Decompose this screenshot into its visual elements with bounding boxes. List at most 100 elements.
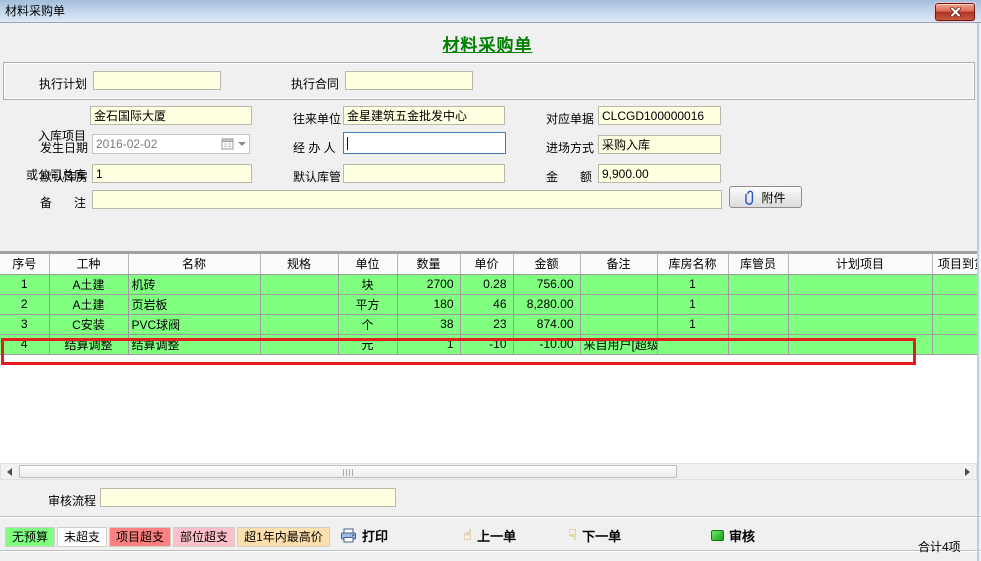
- items-grid: 序号工种名称规格单位数量单价金额备注库房名称库管员计划项目项目到货1A土建机砖块…: [0, 251, 977, 463]
- cell[interactable]: C安装: [49, 314, 128, 334]
- attachment-button[interactable]: 附件: [729, 186, 802, 208]
- date-input[interactable]: 2016-02-02: [92, 134, 250, 154]
- cell[interactable]: 38: [397, 314, 460, 334]
- scroll-right-button[interactable]: [959, 464, 976, 479]
- cell[interactable]: 180: [397, 294, 460, 314]
- dropdown-arrow-icon[interactable]: [238, 142, 246, 146]
- window-right-edge: [977, 23, 979, 561]
- cell[interactable]: 页岩板: [128, 294, 260, 314]
- cell[interactable]: [260, 334, 338, 354]
- cell[interactable]: [260, 274, 338, 294]
- cell[interactable]: [932, 274, 977, 294]
- cell[interactable]: 块: [338, 274, 397, 294]
- items-table: 序号工种名称规格单位数量单价金额备注库房名称库管员计划项目项目到货1A土建机砖块…: [0, 254, 977, 355]
- cell[interactable]: A土建: [49, 274, 128, 294]
- cell[interactable]: [932, 294, 977, 314]
- cell[interactable]: 1: [0, 274, 49, 294]
- cell[interactable]: 23: [460, 314, 513, 334]
- col-header: 序号: [0, 254, 49, 274]
- cell[interactable]: 结算调整: [128, 334, 260, 354]
- cell[interactable]: 8,280.00: [513, 294, 580, 314]
- table-row[interactable]: 3C安装PVC球阀 个3823874.00 1: [0, 314, 977, 334]
- counterparty-label: 往来单位: [293, 110, 341, 127]
- legend-chip: 超1年内最高价: [237, 527, 330, 547]
- col-header: 备注: [580, 254, 657, 274]
- cell[interactable]: 1: [657, 314, 728, 334]
- print-button[interactable]: 打印: [340, 526, 388, 545]
- table-row[interactable]: 4结算调整结算调整元1-10-10.00来自用户[超级: [0, 334, 977, 354]
- cell[interactable]: 机砖: [128, 274, 260, 294]
- cell[interactable]: [260, 294, 338, 314]
- doc-input[interactable]: [598, 106, 721, 125]
- cell[interactable]: 756.00: [513, 274, 580, 294]
- cell[interactable]: [728, 294, 788, 314]
- cell[interactable]: [580, 294, 657, 314]
- entry-mode-label: 进场方式: [546, 139, 594, 156]
- cell[interactable]: 结算调整: [49, 334, 128, 354]
- scrollbar-thumb[interactable]: [19, 465, 677, 478]
- cell[interactable]: 元: [338, 334, 397, 354]
- cell[interactable]: [788, 294, 932, 314]
- close-button[interactable]: [935, 3, 975, 21]
- warehouse-input[interactable]: [92, 164, 252, 183]
- cell[interactable]: [788, 314, 932, 334]
- col-header: 单价: [460, 254, 513, 274]
- entry-mode-input[interactable]: [598, 135, 721, 154]
- cell[interactable]: 46: [460, 294, 513, 314]
- amount-input[interactable]: [598, 164, 721, 183]
- cell[interactable]: PVC球阀: [128, 314, 260, 334]
- date-value: 2016-02-02: [96, 137, 157, 151]
- cell[interactable]: 平方: [338, 294, 397, 314]
- cell[interactable]: [580, 314, 657, 334]
- cell[interactable]: [788, 334, 932, 354]
- cell[interactable]: -10: [460, 334, 513, 354]
- handler-input[interactable]: [343, 132, 506, 154]
- cell[interactable]: -10.00: [513, 334, 580, 354]
- window-titlebar: 材料采购单: [0, 0, 981, 23]
- cell[interactable]: 2700: [397, 274, 460, 294]
- cell[interactable]: 1: [657, 294, 728, 314]
- exec-plan-label: 执行计划: [39, 75, 87, 92]
- table-row[interactable]: 2A土建页岩板 平方180468,280.00 1: [0, 294, 977, 314]
- audit-button[interactable]: 审核: [711, 526, 755, 545]
- warehouse-label: 默认库房: [40, 168, 88, 185]
- cell[interactable]: 2: [0, 294, 49, 314]
- cell[interactable]: [788, 274, 932, 294]
- col-header: 库房名称: [657, 254, 728, 274]
- project-input[interactable]: [90, 106, 252, 125]
- prev-doc-button[interactable]: ☝ 上一单: [463, 526, 516, 545]
- counterparty-input[interactable]: [343, 106, 505, 125]
- table-row[interactable]: 1A土建机砖块27000.28756.001: [0, 274, 977, 294]
- window-title: 材料采购单: [5, 4, 65, 18]
- col-header: 金额: [513, 254, 580, 274]
- cell[interactable]: 0.28: [460, 274, 513, 294]
- next-doc-button[interactable]: ☟ 下一单: [568, 526, 621, 545]
- cell[interactable]: 个: [338, 314, 397, 334]
- cell[interactable]: [728, 334, 788, 354]
- keeper-input[interactable]: [343, 164, 505, 183]
- cell[interactable]: [580, 274, 657, 294]
- remark-input[interactable]: [92, 190, 722, 209]
- cell[interactable]: [657, 334, 728, 354]
- cell[interactable]: [932, 334, 977, 354]
- col-header: 规格: [260, 254, 338, 274]
- scroll-left-button[interactable]: [1, 464, 18, 479]
- cell[interactable]: 874.00: [513, 314, 580, 334]
- cell[interactable]: [728, 274, 788, 294]
- cell[interactable]: A土建: [49, 294, 128, 314]
- cell[interactable]: [932, 314, 977, 334]
- paperclip-icon: [745, 190, 756, 205]
- review-flow-input[interactable]: [100, 488, 396, 507]
- horizontal-scrollbar[interactable]: [0, 463, 977, 480]
- cell[interactable]: [728, 314, 788, 334]
- col-header: 项目到货: [932, 254, 977, 274]
- cell[interactable]: 1: [657, 274, 728, 294]
- cell[interactable]: 1: [397, 334, 460, 354]
- exec-plan-input[interactable]: [93, 71, 221, 90]
- cell[interactable]: 4: [0, 334, 49, 354]
- doc-label: 对应单据: [546, 110, 594, 127]
- cell[interactable]: 3: [0, 314, 49, 334]
- exec-contract-input[interactable]: [345, 71, 473, 90]
- cell[interactable]: [260, 314, 338, 334]
- cell[interactable]: 来自用户[超级: [580, 334, 657, 354]
